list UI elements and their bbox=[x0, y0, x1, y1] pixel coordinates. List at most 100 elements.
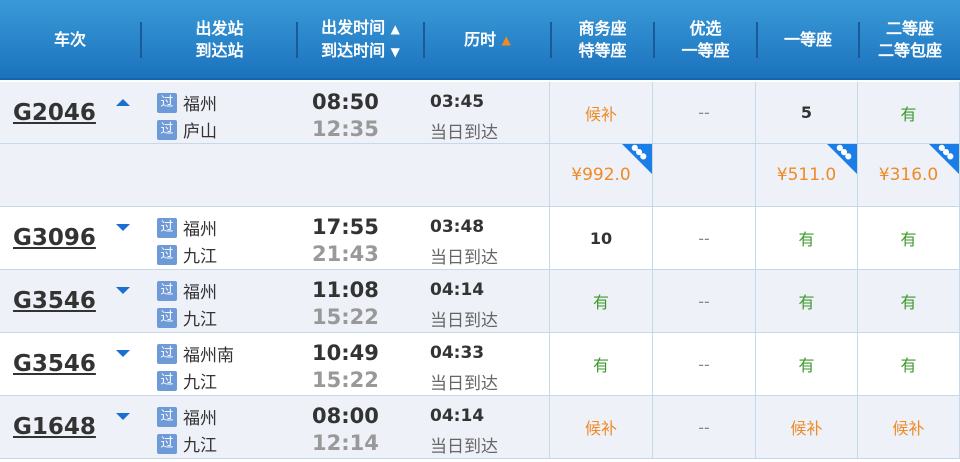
seat-business[interactable]: 有 bbox=[550, 270, 653, 332]
col-business-label: 商务座 bbox=[578, 19, 627, 38]
col-time[interactable]: 出发时间 ▲ 到达时间 ▼ bbox=[298, 0, 423, 80]
seat-second[interactable]: 有 bbox=[858, 270, 960, 332]
train-number-link[interactable]: G3546 bbox=[13, 288, 96, 314]
train-row[interactable]: G3096 过福州过九江 17:55 21:43 03:48 当日到达 10 -- 有有 bbox=[0, 207, 960, 270]
expand-icon[interactable] bbox=[116, 287, 130, 294]
price-row: ¥992.0 ●●● ¥511.0 ●●● ¥316.0 ●●● bbox=[0, 142, 960, 207]
seat-premium[interactable]: -- bbox=[653, 82, 756, 143]
table-header: 车次 出发站到达站 出发时间 ▲ 到达时间 ▼ 历时 ▲ 商务座 特等座 优选一等… bbox=[0, 0, 960, 80]
to-station: 过九江 bbox=[157, 368, 217, 393]
from-station: 过福州 bbox=[157, 215, 217, 240]
duration: 04:14 bbox=[430, 406, 485, 426]
from-station-name: 福州南 bbox=[183, 346, 234, 366]
col-duration[interactable]: 历时 ▲ bbox=[425, 0, 550, 80]
seat-premium[interactable]: -- bbox=[653, 396, 756, 458]
seat-business[interactable]: 有 bbox=[550, 333, 653, 395]
col-premium-label-2: 一等座 bbox=[681, 41, 730, 60]
col-to-label: 到达站 bbox=[195, 41, 244, 60]
arrival-day: 当日到达 bbox=[430, 374, 498, 394]
train-row[interactable]: G1648 过福州过九江 08:00 12:14 04:14 当日到达 候补 -- 候补 候补 bbox=[0, 396, 960, 459]
seat-second[interactable]: 有 bbox=[858, 207, 960, 269]
to-station-name: 庐山 bbox=[183, 122, 217, 142]
from-station-name: 福州 bbox=[183, 95, 217, 115]
departure-time: 10:49 bbox=[312, 341, 379, 365]
duration: 03:48 bbox=[430, 217, 485, 237]
col-from-label: 出发站 bbox=[195, 19, 244, 38]
pass-badge-icon: 过 bbox=[157, 92, 177, 113]
seat-second[interactable]: 候补 bbox=[858, 396, 960, 458]
col-station: 出发站 到达站 bbox=[142, 0, 297, 80]
train-number-link[interactable]: G3096 bbox=[13, 225, 96, 251]
pass-badge-icon: 过 bbox=[157, 217, 177, 238]
pass-badge-icon: 过 bbox=[157, 406, 177, 427]
from-station: 过福州 bbox=[157, 90, 217, 115]
seat-premium[interactable]: -- bbox=[653, 333, 756, 395]
sort-down-icon: ▼ bbox=[390, 45, 400, 59]
duration: 04:33 bbox=[430, 343, 485, 363]
seat-premium[interactable]: -- bbox=[653, 207, 756, 269]
seat-first[interactable]: 有 bbox=[756, 270, 858, 332]
price-first[interactable]: ¥511.0 ●●● bbox=[756, 142, 858, 206]
from-station: 过福州 bbox=[157, 404, 217, 429]
price-premium bbox=[653, 144, 756, 206]
pass-badge-icon: 过 bbox=[157, 119, 177, 140]
price-spacer bbox=[0, 144, 550, 206]
train-row[interactable]: G3546 过福州过九江 11:08 15:22 04:14 当日到达有 -- 有有 bbox=[0, 270, 960, 333]
arrival-time: 12:35 bbox=[312, 117, 379, 141]
seat-first[interactable]: 候补 bbox=[756, 396, 858, 458]
price-business[interactable]: ¥992.0 ●●● bbox=[550, 142, 653, 206]
expand-icon[interactable] bbox=[116, 224, 130, 231]
duration: 03:45 bbox=[430, 92, 485, 112]
train-row[interactable]: G2046 过福州过庐山 08:50 12:35 03:45 当日到达 候补 -- 5 有 bbox=[0, 82, 960, 144]
departure-time: 11:08 bbox=[312, 278, 379, 302]
seat-business[interactable]: 候补 bbox=[550, 82, 653, 143]
col-second-box-label: 二等包座 bbox=[877, 41, 942, 60]
arrival-time: 15:22 bbox=[312, 305, 379, 329]
sort-up-icon: ▲ bbox=[390, 22, 400, 36]
col-first: 一等座 bbox=[783, 30, 832, 49]
from-station: 过福州南 bbox=[157, 341, 234, 366]
seat-second[interactable]: 有 bbox=[858, 82, 960, 143]
to-station-name: 九江 bbox=[183, 310, 217, 330]
seat-second[interactable]: 有 bbox=[858, 333, 960, 395]
seat-first[interactable]: 有 bbox=[756, 207, 858, 269]
seat-first[interactable]: 有 bbox=[756, 333, 858, 395]
from-station-name: 福州 bbox=[183, 220, 217, 240]
departure-time: 17:55 bbox=[312, 215, 379, 239]
pass-badge-icon: 过 bbox=[157, 244, 177, 265]
price-second[interactable]: ¥316.0 ●●● bbox=[858, 142, 960, 206]
expand-icon[interactable] bbox=[116, 413, 130, 420]
collapse-icon[interactable] bbox=[116, 99, 130, 106]
to-station: 过九江 bbox=[157, 242, 217, 267]
train-number-link[interactable]: G3546 bbox=[13, 351, 96, 377]
from-station: 过福州 bbox=[157, 278, 217, 303]
train-row[interactable]: G3546 过福州南过九江 10:49 15:22 04:33 当日到达有 -- 有有 bbox=[0, 333, 960, 396]
col-premium-label: 优选 bbox=[689, 19, 722, 38]
col-business: 商务座 特等座 bbox=[552, 0, 653, 80]
arrival-time: 15:22 bbox=[312, 368, 379, 392]
sort-departure[interactable]: 出发时间 ▲ bbox=[321, 17, 400, 40]
seat-first[interactable]: 5 bbox=[756, 82, 858, 143]
arrival-time: 21:43 bbox=[312, 242, 379, 266]
arrival-day: 当日到达 bbox=[430, 123, 498, 143]
pass-badge-icon: 过 bbox=[157, 370, 177, 391]
train-number-link[interactable]: G2046 bbox=[13, 100, 96, 126]
from-station-name: 福州 bbox=[183, 283, 217, 303]
sort-up-icon: ▲ bbox=[501, 33, 511, 47]
arrival-day: 当日到达 bbox=[430, 248, 498, 268]
arrival-day: 当日到达 bbox=[430, 437, 498, 457]
expand-icon[interactable] bbox=[116, 350, 130, 357]
from-station-name: 福州 bbox=[183, 409, 217, 429]
departure-time: 08:50 bbox=[312, 90, 379, 114]
departure-time: 08:00 bbox=[312, 404, 379, 428]
seat-business[interactable]: 候补 bbox=[550, 396, 653, 458]
train-number-link[interactable]: G1648 bbox=[13, 414, 96, 440]
seat-premium[interactable]: -- bbox=[653, 270, 756, 332]
col-train[interactable]: 车次 bbox=[0, 0, 140, 80]
to-station: 过九江 bbox=[157, 305, 217, 330]
to-station-name: 九江 bbox=[183, 436, 217, 456]
arrival-day: 当日到达 bbox=[430, 311, 498, 331]
sort-arrival[interactable]: 到达时间 ▼ bbox=[321, 40, 400, 63]
seat-business[interactable]: 10 bbox=[550, 207, 653, 269]
to-station: 过九江 bbox=[157, 431, 217, 456]
